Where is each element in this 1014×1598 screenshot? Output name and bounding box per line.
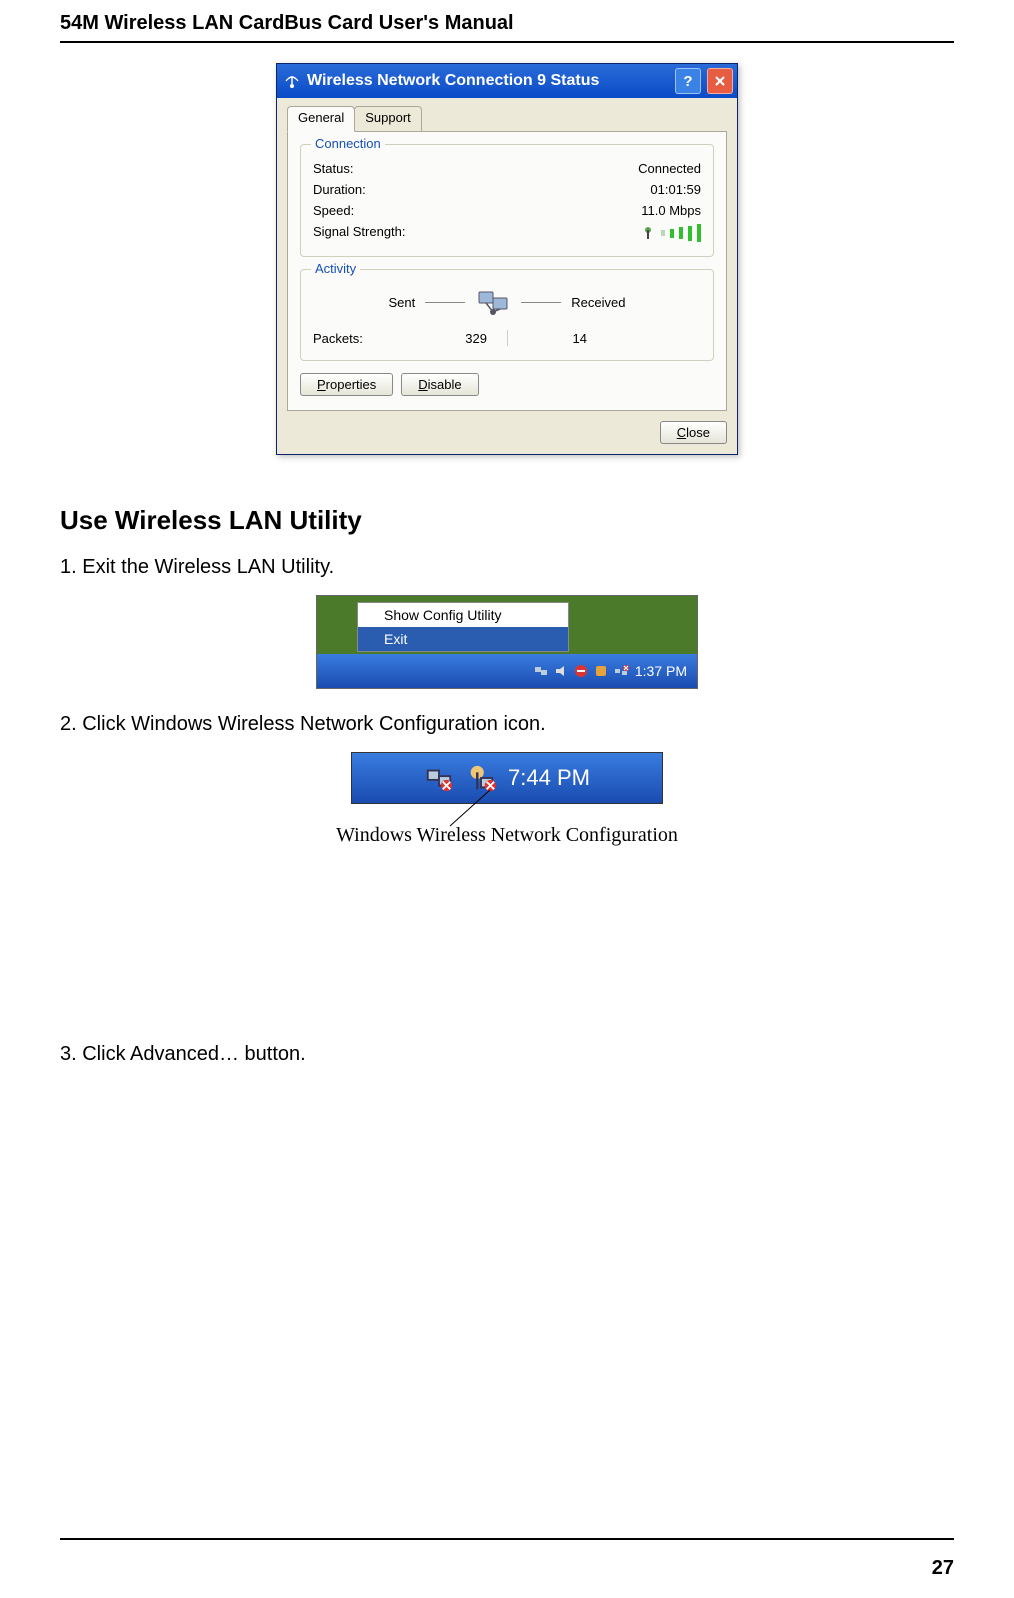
status-dialog: Wireless Network Connection 9 Status ? G… (276, 63, 738, 455)
connection-legend: Connection (311, 136, 385, 151)
header-rule (60, 41, 954, 43)
connection-group: Connection Status: Connected Duration: 0… (300, 144, 714, 257)
tab-support[interactable]: Support (354, 106, 422, 132)
signal-bar-5 (697, 224, 701, 242)
signal-label: Signal Strength: (313, 224, 406, 242)
tray-clock-1: 1:37 PM (635, 663, 687, 679)
activity-line-right (521, 302, 561, 303)
activity-legend: Activity (311, 261, 360, 276)
packets-sent: 329 (427, 331, 487, 346)
tray-network-icon[interactable] (533, 663, 549, 679)
step-3: 3. Click Advanced… button. (60, 1043, 954, 1066)
signal-bar-2 (670, 229, 674, 238)
sent-label: Sent (389, 295, 416, 310)
menu-show-config[interactable]: Show Config Utility (358, 603, 568, 627)
properties-button[interactable]: Properties (300, 373, 393, 396)
help-button[interactable]: ? (675, 68, 701, 94)
dialog-title: Wireless Network Connection 9 Status (307, 72, 599, 90)
tray-clock-2: 7:44 PM (508, 765, 590, 791)
callout-arrow (60, 808, 954, 828)
received-label: Received (571, 295, 625, 310)
close-button[interactable] (707, 68, 733, 94)
step-1: 1. Exit the Wireless LAN Utility. (60, 556, 954, 579)
tray-volume-icon[interactable] (553, 663, 569, 679)
tray-wireless-icon[interactable] (613, 663, 629, 679)
signal-strength (640, 224, 701, 242)
tab-general[interactable]: General (287, 106, 355, 132)
status-label: Status: (313, 161, 353, 176)
packets-received: 14 (527, 331, 587, 346)
tray-network-icon-2[interactable] (424, 763, 454, 793)
taskbar: 1:37 PM (317, 654, 697, 688)
menu-exit[interactable]: Exit (358, 627, 568, 651)
packets-label: Packets: (313, 331, 427, 346)
page-header: 54M Wireless LAN CardBus Card User's Man… (60, 0, 954, 35)
tray-menu-screenshot: Show Config Utility Exit 1:37 PM (316, 595, 698, 689)
speed-value: 11.0 Mbps (641, 203, 701, 218)
tray-context-menu: Show Config Utility Exit (357, 602, 569, 652)
signal-bar-3 (679, 227, 683, 239)
disable-button[interactable]: Disable (401, 373, 478, 396)
signal-bar-1 (661, 230, 665, 236)
titlebar: Wireless Network Connection 9 Status ? (277, 64, 737, 98)
tray-blocked-icon[interactable] (573, 663, 589, 679)
close-icon (713, 74, 727, 88)
wireless-icon (283, 72, 301, 90)
activity-group: Activity Sent Received (300, 269, 714, 361)
step-2: 2. Click Windows Wireless Network Config… (60, 713, 954, 736)
activity-line-left (425, 302, 465, 303)
speed-label: Speed: (313, 203, 354, 218)
network-activity-icon (475, 284, 511, 320)
close-dialog-button[interactable]: Close (660, 421, 727, 444)
duration-label: Duration: (313, 182, 366, 197)
tray-wireless-config-icon[interactable] (466, 763, 496, 793)
duration-value: 01:01:59 (650, 182, 701, 197)
footer-rule (60, 1538, 954, 1540)
section-heading: Use Wireless LAN Utility (60, 505, 954, 536)
status-value: Connected (638, 161, 701, 176)
packets-separator (507, 330, 508, 346)
tray-app-icon[interactable] (593, 663, 609, 679)
antenna-icon (640, 225, 656, 241)
signal-bar-4 (688, 226, 692, 241)
page-number: 27 (932, 1557, 954, 1580)
